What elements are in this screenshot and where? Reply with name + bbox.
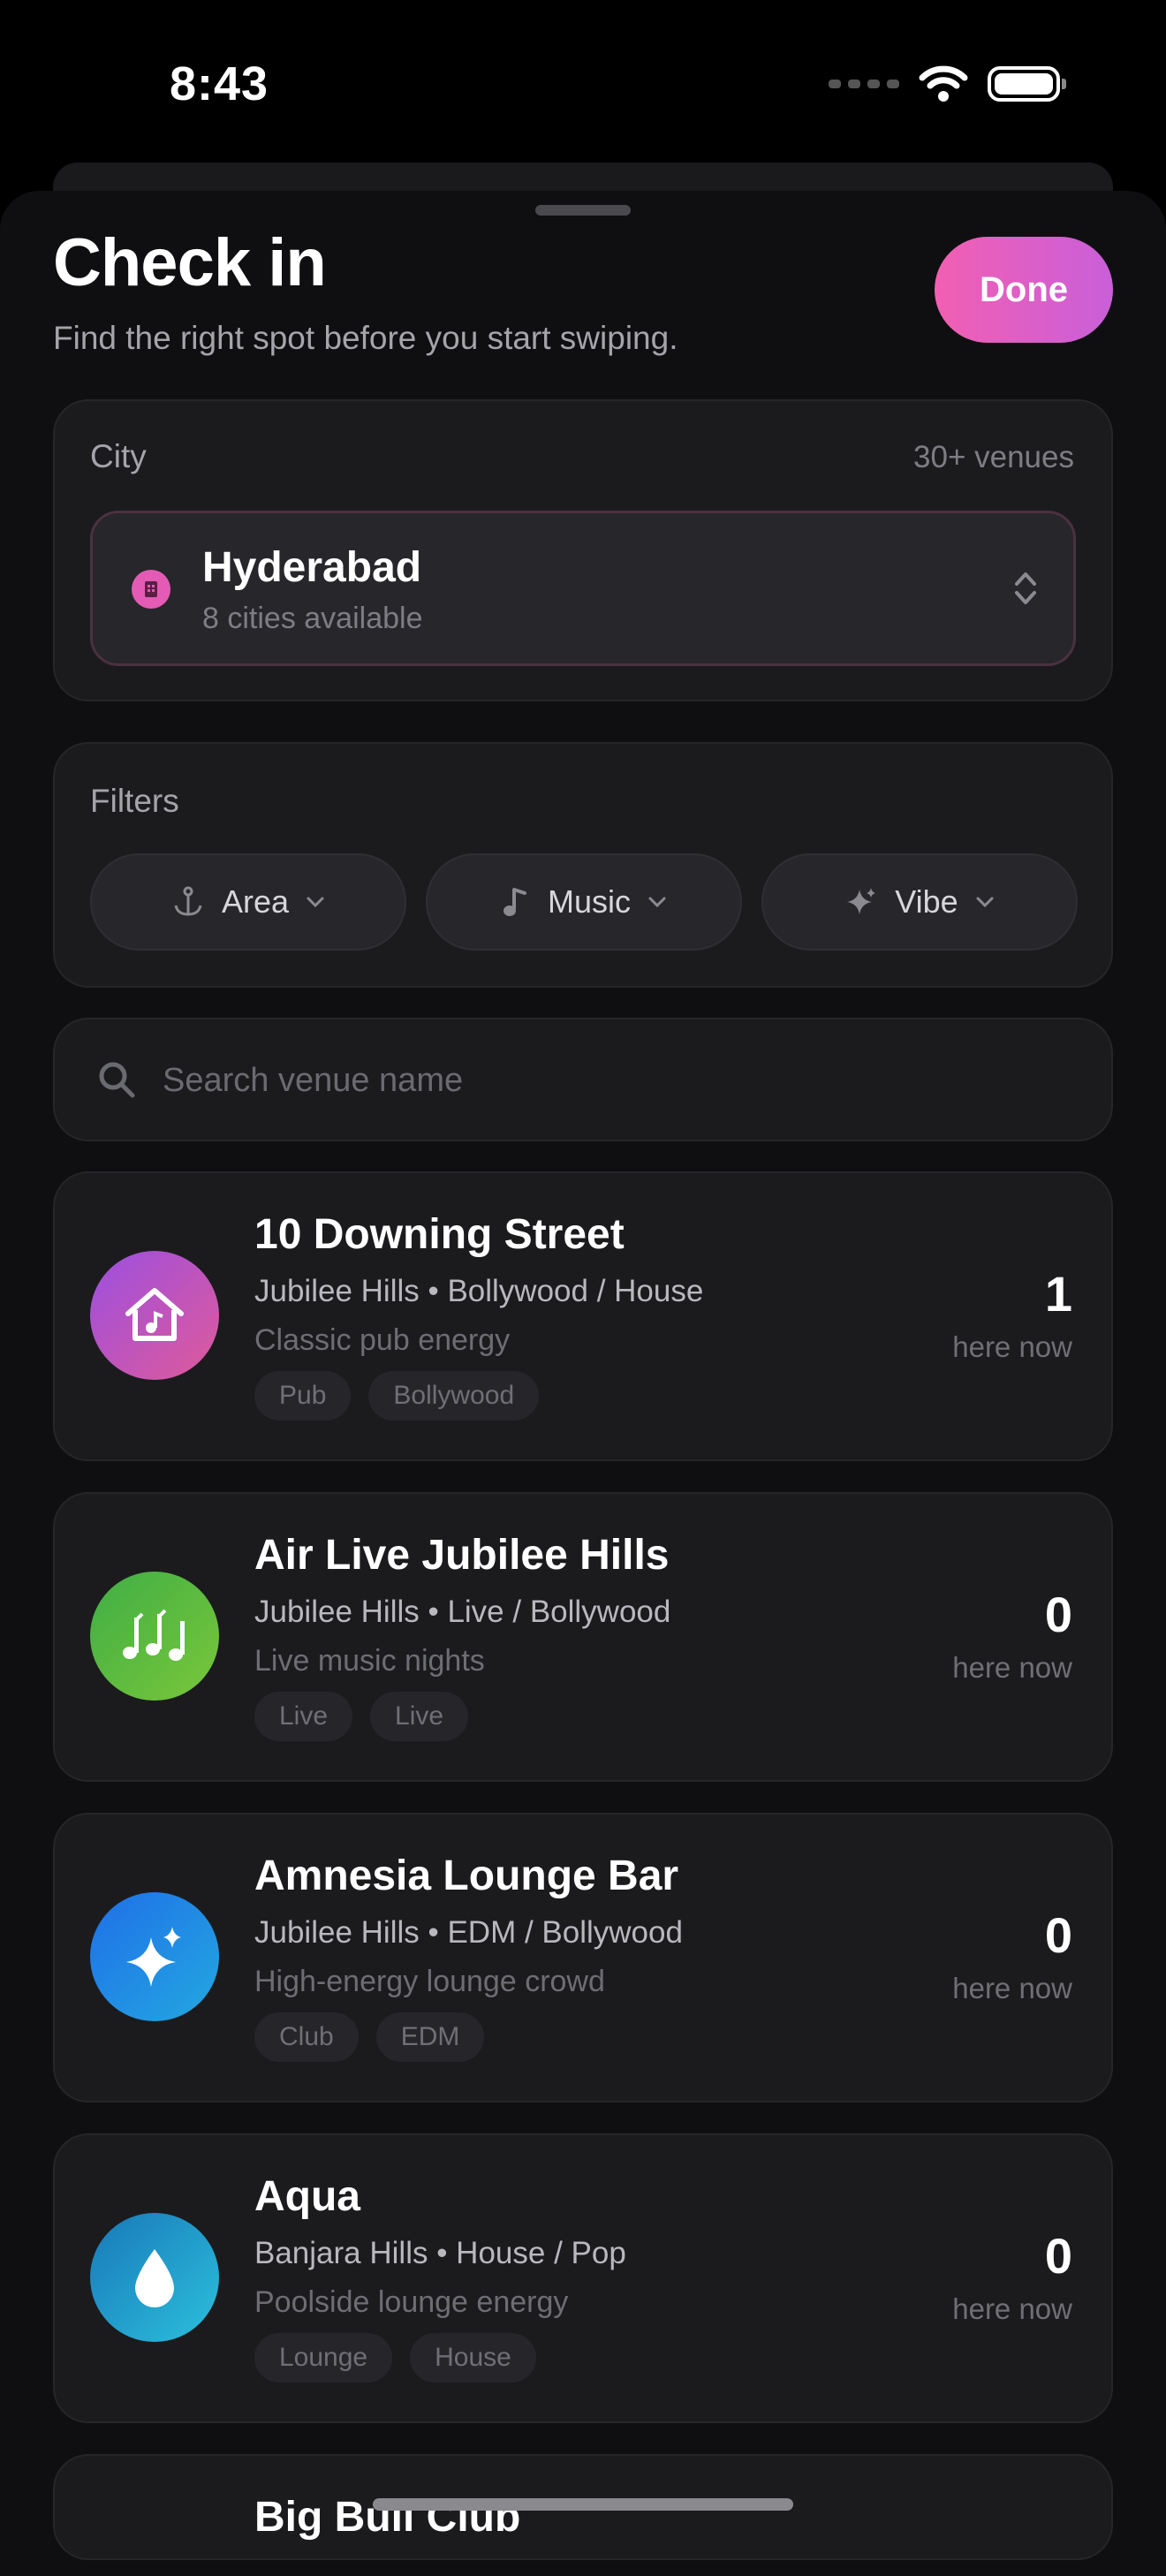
city-label: City xyxy=(90,438,147,474)
venue-name: 10 Downing Street xyxy=(254,1211,625,1258)
page-title: Check in xyxy=(53,225,327,300)
venue-description: Poolside lounge energy xyxy=(254,2285,569,2319)
venue-name: Aqua xyxy=(254,2173,360,2220)
venue-meta: Jubilee Hills • EDM / Bollywood xyxy=(254,1915,683,1950)
venue-meta: Banjara Hills • House / Pop xyxy=(254,2236,626,2270)
selected-city: Hyderabad xyxy=(202,544,422,591)
chevron-down-icon xyxy=(648,897,666,908)
filters-label: Filters xyxy=(90,783,179,819)
search-input[interactable]: Search venue name xyxy=(163,1062,463,1100)
venue-description: High-energy lounge crowd xyxy=(254,1965,605,1998)
venue-count: 30+ venues xyxy=(913,440,1074,474)
anchor-icon xyxy=(174,886,202,916)
music-note-icon xyxy=(503,888,526,916)
venue-tag: Pub xyxy=(254,1371,352,1421)
vibe-chip-label: Vibe xyxy=(895,883,958,920)
music-notes-icon xyxy=(90,1572,219,1701)
venue-tag: EDM xyxy=(375,2012,485,2062)
status-time: 8:43 xyxy=(170,57,269,110)
chevron-down-icon xyxy=(307,897,324,908)
venue-card[interactable]: Amnesia Lounge Bar Jubilee Hills • EDM /… xyxy=(53,1813,1113,2102)
venue-description: Live music nights xyxy=(254,1644,485,1678)
venue-card[interactable]: 10 Downing Street Jubilee Hills • Bollyw… xyxy=(53,1171,1113,1461)
done-button[interactable]: Done xyxy=(935,237,1113,343)
venue-tag: House xyxy=(410,2333,536,2383)
search-bar[interactable]: Search venue name xyxy=(53,1018,1113,1141)
page-subtitle: Find the right spot before you start swi… xyxy=(53,320,678,356)
vibe-filter-chip[interactable]: Vibe xyxy=(761,853,1078,951)
venue-tag: Live xyxy=(254,1692,353,1741)
venue-tags: Pub Bollywood xyxy=(254,1371,540,1421)
sheet-grabber[interactable] xyxy=(535,205,631,216)
area-chip-label: Area xyxy=(221,883,290,920)
building-icon xyxy=(132,570,170,609)
here-now-label: here now xyxy=(952,1972,1072,2004)
venue-tag: Bollywood xyxy=(368,1371,540,1421)
chevron-up-down-icon xyxy=(1015,572,1036,604)
status-bar: 8:43 xyxy=(0,0,1166,168)
water-drop-icon xyxy=(90,2213,219,2342)
signal-icon xyxy=(829,80,899,88)
here-now-count: 0 xyxy=(1044,1907,1072,1963)
venue-meta: Jubilee Hills • Bollywood / House xyxy=(254,1274,704,1308)
chevron-down-icon xyxy=(976,897,994,908)
venue-meta: Jubilee Hills • Live / Bollywood xyxy=(254,1595,671,1629)
here-now-count: 0 xyxy=(1044,2228,1072,2284)
venue-description: Classic pub energy xyxy=(254,1323,511,1357)
here-now-count: 1 xyxy=(1044,1266,1072,1322)
house-music-icon xyxy=(90,1251,219,1380)
here-now-label: here now xyxy=(952,1651,1072,1684)
city-selector[interactable]: Hyderabad 8 cities available xyxy=(90,511,1076,666)
sparkle-icon xyxy=(847,888,876,914)
search-icon xyxy=(99,1062,135,1098)
venue-name: Air Live Jubilee Hills xyxy=(254,1532,670,1579)
venue-tag: Club xyxy=(254,2012,359,2062)
venue-tag: Lounge xyxy=(254,2333,393,2383)
music-chip-label: Music xyxy=(547,883,631,920)
sparkles-icon xyxy=(90,1892,219,2021)
here-now-label: here now xyxy=(952,1330,1072,1363)
city-card: City 30+ venues Hyderabad 8 cities avail… xyxy=(53,399,1113,701)
venue-card[interactable]: Aqua Banjara Hills • House / Pop Poolsid… xyxy=(53,2133,1113,2423)
music-filter-chip[interactable]: Music xyxy=(426,853,742,951)
filters-card: Filters Area Music Vibe xyxy=(53,742,1113,988)
here-now-count: 0 xyxy=(1044,1587,1072,1642)
wifi-icon xyxy=(919,65,968,102)
venue-name: Amnesia Lounge Bar xyxy=(254,1852,679,1899)
area-filter-chip[interactable]: Area xyxy=(90,853,406,951)
venue-tags: Club EDM xyxy=(254,2012,485,2062)
home-indicator xyxy=(373,2498,793,2511)
venue-tags: Lounge House xyxy=(254,2333,536,2383)
status-icons xyxy=(829,65,1066,102)
cities-available: 8 cities available xyxy=(202,602,423,635)
venue-tag: Live xyxy=(370,1692,469,1741)
battery-icon xyxy=(988,66,1066,102)
here-now-label: here now xyxy=(952,2292,1072,2325)
venue-tags: Live Live xyxy=(254,1692,469,1741)
venue-card[interactable]: Air Live Jubilee Hills Jubilee Hills • L… xyxy=(53,1492,1113,1782)
